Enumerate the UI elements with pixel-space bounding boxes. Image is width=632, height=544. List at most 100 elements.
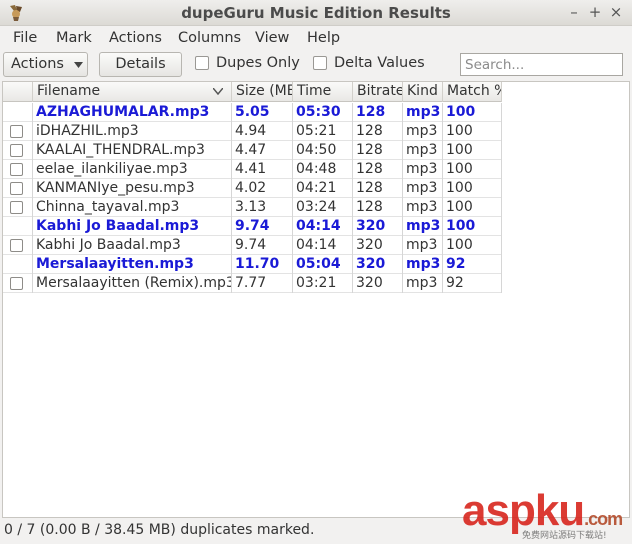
- header-size[interactable]: Size (MB): [232, 82, 293, 102]
- table-row[interactable]: iDHAZHIL.mp3 4.94 05:21 128 mp3 100: [3, 122, 502, 141]
- cell-kind: mp3: [403, 141, 443, 160]
- header-time[interactable]: Time: [293, 82, 353, 102]
- menu-file[interactable]: File: [13, 30, 37, 46]
- cell-size: 4.02: [232, 179, 293, 198]
- delta-values-label: Delta Values: [334, 55, 425, 71]
- status-text: 0 / 7 (0.00 B / 38.45 MB) duplicates mar…: [4, 522, 315, 538]
- close-icon[interactable]: ×: [606, 2, 626, 22]
- cell-size: 9.74: [232, 217, 293, 236]
- header-match[interactable]: Match %: [443, 82, 502, 102]
- cell-size: 4.94: [232, 122, 293, 141]
- header-filename-label: Filename: [37, 83, 101, 99]
- cell-match: 100: [443, 236, 502, 255]
- title-bar: dupeGuru Music Edition Results – + ×: [0, 0, 632, 26]
- menu-bar: File Mark Actions Columns View Help: [0, 26, 632, 51]
- maximize-icon[interactable]: +: [585, 2, 605, 22]
- row-mark-checkbox[interactable]: [10, 201, 23, 214]
- cell-filename: Mersalaayitten (Remix).mp3: [33, 274, 232, 293]
- table-header: Filename Size (MB) Time Bitrate Kind Mat…: [3, 82, 502, 102]
- cell-match: 100: [443, 198, 502, 217]
- toolbar: Actions Details Dupes Only Delta Values: [0, 51, 632, 79]
- row-checkbox-cell: [3, 141, 33, 160]
- cell-kind: mp3: [403, 179, 443, 198]
- table-row-reference[interactable]: Mersalaayitten.mp3 11.70 05:04 320 mp3 92: [3, 255, 502, 274]
- cell-match: 100: [443, 179, 502, 198]
- row-checkbox-cell: [3, 198, 33, 217]
- cell-filename: KANMANIye_pesu.mp3: [33, 179, 232, 198]
- cell-kind: mp3: [403, 122, 443, 141]
- cell-kind: mp3: [403, 103, 443, 122]
- row-mark-checkbox[interactable]: [10, 239, 23, 252]
- menu-help[interactable]: Help: [307, 30, 340, 46]
- menu-columns[interactable]: Columns: [178, 30, 241, 46]
- cell-size: 5.05: [232, 103, 293, 122]
- table-row[interactable]: Mersalaayitten (Remix).mp3 7.77 03:21 320 mp…: [3, 274, 502, 293]
- cell-bitrate: 128: [353, 179, 403, 198]
- actions-button-label: Actions: [11, 56, 64, 72]
- cell-bitrate: 320: [353, 274, 403, 293]
- cell-size: 7.77: [232, 274, 293, 293]
- row-mark-checkbox[interactable]: [10, 125, 23, 138]
- window-title: dupeGuru Music Edition Results: [181, 4, 451, 22]
- search-input[interactable]: [460, 53, 623, 76]
- cell-filename: KAALAI_THENDRAL.mp3: [33, 141, 232, 160]
- table-row[interactable]: KAALAI_THENDRAL.mp3 4.47 04:50 128 mp3 100: [3, 141, 502, 160]
- header-checkbox-column[interactable]: [3, 82, 33, 102]
- cell-bitrate: 128: [353, 103, 403, 122]
- cell-match: 92: [443, 255, 502, 274]
- cell-filename: AZHAGHUMALAR.mp3: [33, 103, 232, 122]
- table-row[interactable]: Chinna_tayaval.mp3 3.13 03:24 128 mp3 100: [3, 198, 502, 217]
- cell-size: 9.74: [232, 236, 293, 255]
- cell-time: 05:04: [293, 255, 353, 274]
- header-kind[interactable]: Kind: [403, 82, 443, 102]
- cell-time: 05:30: [293, 103, 353, 122]
- row-mark-checkbox[interactable]: [10, 182, 23, 195]
- row-checkbox-cell: [3, 217, 33, 236]
- row-checkbox-cell: [3, 160, 33, 179]
- menu-actions[interactable]: Actions: [109, 30, 162, 46]
- cell-filename: Mersalaayitten.mp3: [33, 255, 232, 274]
- cell-bitrate: 128: [353, 122, 403, 141]
- details-button[interactable]: Details: [99, 52, 182, 77]
- chevron-down-icon: [74, 62, 83, 68]
- row-checkbox-cell: [3, 274, 33, 293]
- cell-kind: mp3: [403, 236, 443, 255]
- row-mark-checkbox[interactable]: [10, 277, 23, 290]
- cell-filename: eelae_ilankiliyae.mp3: [33, 160, 232, 179]
- row-checkbox-cell: [3, 255, 33, 274]
- cell-time: 04:14: [293, 236, 353, 255]
- dupes-only-checkbox[interactable]: [195, 56, 209, 70]
- cell-bitrate: 128: [353, 198, 403, 217]
- minimize-icon[interactable]: –: [564, 2, 584, 22]
- header-bitrate[interactable]: Bitrate: [353, 82, 403, 102]
- cell-size: 11.70: [232, 255, 293, 274]
- results-table: Filename Size (MB) Time Bitrate Kind Mat…: [2, 81, 630, 518]
- header-filename[interactable]: Filename: [33, 82, 232, 102]
- row-mark-checkbox[interactable]: [10, 144, 23, 157]
- row-mark-checkbox[interactable]: [10, 163, 23, 176]
- dupes-only-label: Dupes Only: [216, 55, 300, 71]
- delta-values-checkbox[interactable]: [313, 56, 327, 70]
- table-row-reference[interactable]: AZHAGHUMALAR.mp3 5.05 05:30 128 mp3 100: [3, 103, 502, 122]
- cell-match: 100: [443, 160, 502, 179]
- cell-match: 92: [443, 274, 502, 293]
- actions-dropdown-button[interactable]: Actions: [3, 52, 88, 77]
- menu-mark[interactable]: Mark: [56, 30, 92, 46]
- table-row[interactable]: KANMANIye_pesu.mp3 4.02 04:21 128 mp3 100: [3, 179, 502, 198]
- cell-filename: iDHAZHIL.mp3: [33, 122, 232, 141]
- cell-size: 4.47: [232, 141, 293, 160]
- cell-filename: Chinna_tayaval.mp3: [33, 198, 232, 217]
- row-checkbox-cell: [3, 179, 33, 198]
- cell-time: 04:50: [293, 141, 353, 160]
- table-row-reference[interactable]: Kabhi Jo Baadal.mp3 9.74 04:14 320 mp3 100: [3, 217, 502, 236]
- row-checkbox-cell: [3, 103, 33, 122]
- cell-bitrate: 320: [353, 255, 403, 274]
- cell-kind: mp3: [403, 217, 443, 236]
- table-row[interactable]: eelae_ilankiliyae.mp3 4.41 04:48 128 mp3 100: [3, 160, 502, 179]
- menu-view[interactable]: View: [255, 30, 289, 46]
- cell-kind: mp3: [403, 274, 443, 293]
- cell-time: 03:24: [293, 198, 353, 217]
- table-row[interactable]: Kabhi Jo Baadal.mp3 9.74 04:14 320 mp3 100: [3, 236, 502, 255]
- cell-filename: Kabhi Jo Baadal.mp3: [33, 217, 232, 236]
- cell-bitrate: 320: [353, 236, 403, 255]
